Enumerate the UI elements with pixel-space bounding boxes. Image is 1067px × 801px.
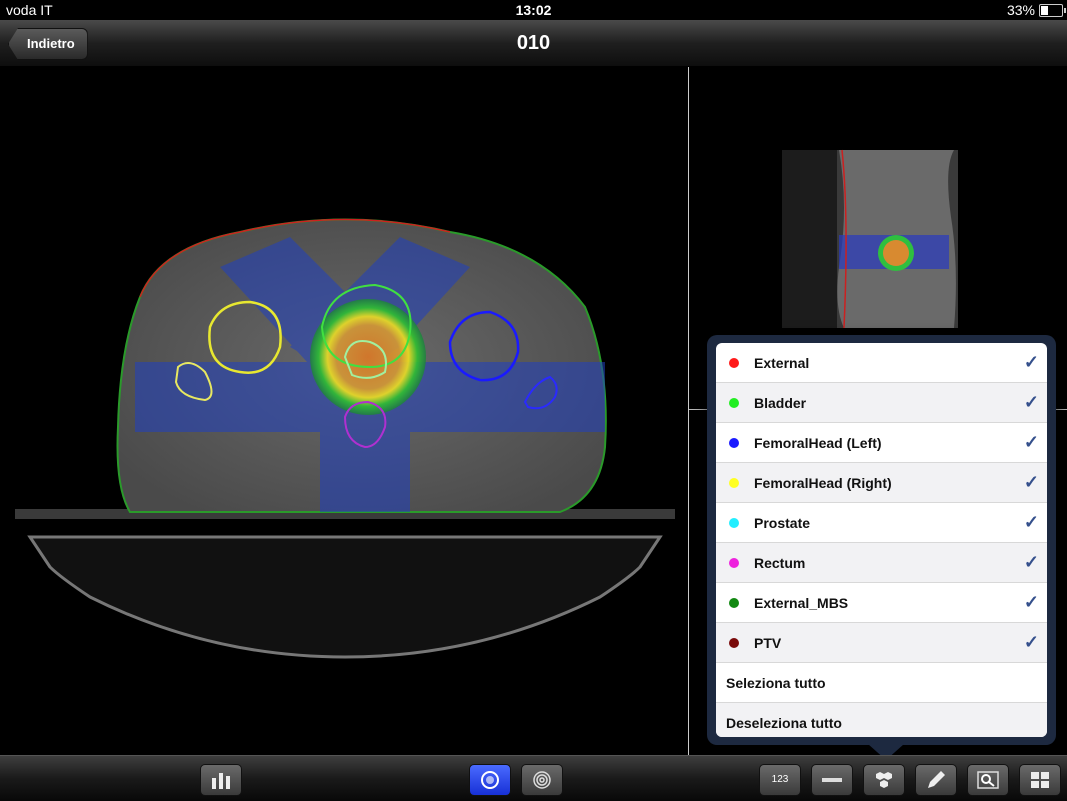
structure-row-external-mbs[interactable]: External_MBS ✓ [716, 583, 1047, 623]
checkmark-icon: ✓ [1023, 632, 1039, 652]
structure-label: FemoralHead (Right) [754, 475, 892, 491]
hexagons-icon [876, 772, 892, 788]
checkmark-icon: ✓ [1023, 432, 1039, 452]
bar-chart-icon [212, 773, 230, 789]
clock: 13:02 [515, 2, 552, 18]
battery-percent: 33% [1006, 2, 1035, 18]
structures-button[interactable] [863, 764, 905, 796]
draw-button[interactable] [915, 764, 957, 796]
structure-color-dot [729, 518, 739, 528]
checkmark-icon: ✓ [1023, 472, 1039, 492]
checkmark-icon: ✓ [1023, 592, 1039, 612]
checkmark-icon: ✓ [1023, 352, 1039, 372]
structure-row-femoralhead-right[interactable]: FemoralHead (Right) ✓ [716, 463, 1047, 503]
structure-row-femoralhead-left[interactable]: FemoralHead (Left) ✓ [716, 423, 1047, 463]
structure-color-dot [729, 598, 739, 608]
structure-row-external[interactable]: External ✓ [716, 343, 1047, 383]
select-all-label: Seleziona tutto [726, 675, 826, 691]
structure-color-dot [729, 398, 739, 408]
ruler-button[interactable] [811, 764, 853, 796]
structure-color-dot [729, 638, 739, 648]
structure-color-dot [729, 558, 739, 568]
structure-label: External [754, 355, 810, 371]
target-icon [481, 771, 499, 789]
structure-label: FemoralHead (Left) [754, 435, 882, 451]
structures-popover: External ✓ Bladder ✓ FemoralHead (Left) … [707, 335, 1056, 745]
select-all-button[interactable]: Seleziona tutto [716, 663, 1047, 703]
zoom-icon [977, 771, 999, 789]
navigation-bar: Indietro 010 [0, 20, 1067, 67]
checkmark-icon: ✓ [1023, 552, 1039, 572]
structure-label: External_MBS [754, 595, 849, 611]
concentric-circles-icon [533, 771, 551, 789]
status-bar: voda IT 13:02 33% [0, 0, 1067, 20]
pencil-icon [928, 771, 945, 788]
page-title: 010 [516, 32, 551, 54]
structure-row-rectum[interactable]: Rectum ✓ [716, 543, 1047, 583]
structure-label: Bladder [754, 395, 807, 411]
deselect-all-label: Deseleziona tutto [726, 715, 842, 731]
structure-color-dot [729, 478, 739, 488]
single-view-toggle[interactable] [469, 764, 511, 796]
ruler-icon [822, 778, 842, 782]
structures-list: External ✓ Bladder ✓ FemoralHead (Left) … [716, 343, 1047, 737]
bottom-toolbar: 123 [0, 755, 1067, 801]
structure-color-dot [729, 358, 739, 368]
layout-grid-button[interactable] [1019, 764, 1061, 796]
structure-row-bladder[interactable]: Bladder ✓ [716, 383, 1047, 423]
axial-ct-viewer[interactable] [0, 67, 688, 755]
axial-ct-image [15, 218, 675, 659]
structure-label: Prostate [754, 515, 811, 531]
checkmark-icon: ✓ [1023, 512, 1039, 532]
concentric-view-toggle[interactable] [521, 764, 563, 796]
grid-icon [1031, 772, 1049, 788]
structure-row-ptv[interactable]: PTV ✓ [716, 623, 1047, 663]
numbers-button[interactable]: 123 [759, 764, 801, 796]
histogram-button[interactable] [200, 764, 242, 796]
structure-label: Rectum [754, 555, 806, 571]
deselect-all-button[interactable]: Deseleziona tutto [716, 703, 1047, 737]
structure-label: PTV [754, 635, 782, 651]
checkmark-icon: ✓ [1023, 392, 1039, 412]
structure-color-dot [729, 438, 739, 448]
zoom-button[interactable] [967, 764, 1009, 796]
battery-icon [1039, 4, 1066, 17]
structure-row-prostate[interactable]: Prostate ✓ [716, 503, 1047, 543]
